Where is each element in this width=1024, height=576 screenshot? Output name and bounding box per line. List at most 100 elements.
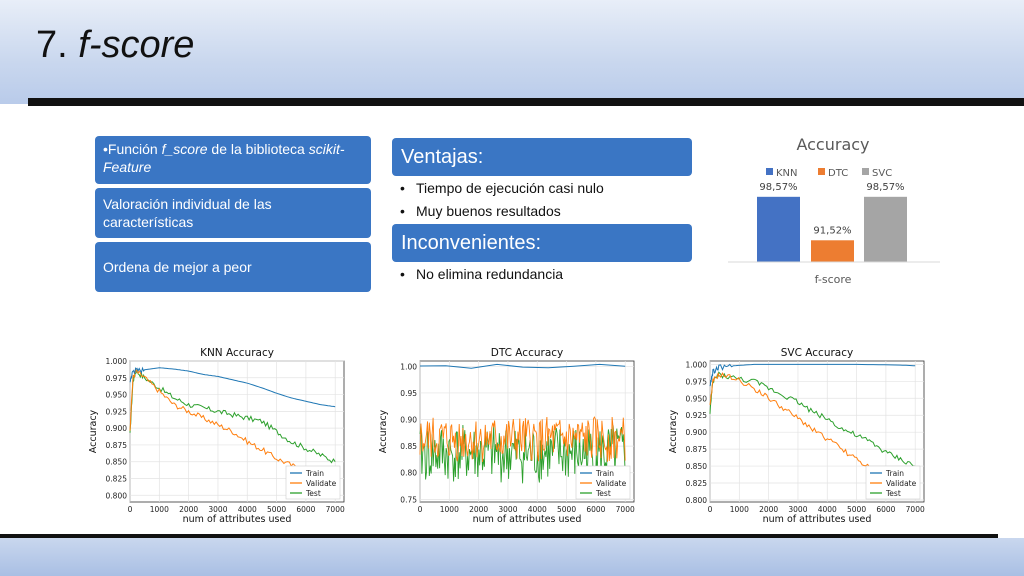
legend-label: Train	[885, 469, 904, 478]
y-tick-label: 0.950	[106, 391, 128, 400]
x-tick-label: 7000	[616, 505, 635, 514]
y-tick-label: 0.975	[106, 374, 128, 383]
x-tick-label: 4000	[528, 505, 547, 514]
legend-swatch	[818, 168, 825, 175]
accuracy-bar-chart: Accuracy KNN DTC SVC 98,57% 91,52% 98,57% f-sco…	[728, 135, 940, 286]
x-tick-label: 1000	[150, 505, 169, 514]
knn-accuracy-chart: 0 1000 2000 3000 4000 5000 6000 7000 0.800 0.825 0…	[88, 347, 345, 524]
y-tick-label: 0.900	[106, 424, 128, 433]
ventajas-header: Ventajas:	[392, 138, 692, 176]
y-tick-label: 0.900	[686, 428, 708, 437]
legend-label: Test	[595, 489, 611, 498]
inconvenientes-header: Inconvenientes:	[392, 224, 692, 262]
legend-label: Test	[885, 489, 901, 498]
legend-label: Test	[305, 489, 321, 498]
legend-label: Train	[305, 469, 324, 478]
data-label: 91,52%	[813, 225, 851, 236]
chart-title: SVC Accuracy	[781, 347, 853, 359]
info-box-function: •Función f_score de la biblioteca scikit…	[95, 136, 371, 184]
legend-label: Validate	[596, 479, 627, 488]
inconvenientes-item-text: No elimina redundancia	[416, 266, 564, 282]
x-tick-label: 4000	[238, 505, 257, 514]
x-tick-label: 0	[128, 505, 133, 514]
x-tick-label: 7000	[906, 505, 925, 514]
x-tick-label: 2000	[759, 505, 778, 514]
legend-swatch	[766, 168, 773, 175]
y-tick-label: 0.950	[686, 394, 708, 403]
x-axis-label: num of attributes used	[473, 514, 582, 524]
legend-label: Validate	[306, 479, 337, 488]
box2-text: Valoración individual de las característ…	[103, 196, 272, 230]
title-term: f-score	[78, 24, 195, 66]
x-tick-label: 1000	[730, 505, 749, 514]
y-tick-label: 0.95	[400, 389, 417, 398]
top-rule	[28, 98, 1024, 106]
data-label: 98,57%	[866, 182, 904, 193]
x-tick-label: 0	[708, 505, 713, 514]
y-tick-label: 0.875	[106, 441, 128, 450]
y-tick-label: 0.90	[400, 416, 417, 425]
bar	[811, 240, 854, 262]
y-tick-label: 0.800	[106, 491, 128, 500]
x-tick-label: 7000	[326, 505, 345, 514]
slide-title: 7. f-score	[36, 24, 194, 67]
x-axis-label: num of attributes used	[763, 514, 872, 524]
x-tick-label: 3000	[788, 505, 807, 514]
y-tick-label: 0.850	[106, 458, 128, 467]
box3-text: Ordena de mejor a peor	[103, 259, 252, 275]
x-tick-label: 0	[418, 505, 423, 514]
y-tick-label: 0.925	[106, 407, 128, 416]
y-tick-label: 0.800	[686, 496, 708, 505]
legend-label: Train	[595, 469, 614, 478]
legend-label: Validate	[886, 479, 917, 488]
y-tick-label: 0.825	[686, 479, 708, 488]
legend-label: SVC	[872, 168, 892, 179]
x-tick-label: 5000	[557, 505, 576, 514]
x-tick-label: 6000	[876, 505, 895, 514]
x-tick-label: 1000	[440, 505, 459, 514]
y-tick-label: 0.80	[400, 469, 417, 478]
x-tick-label: 4000	[818, 505, 837, 514]
x-tick-label: 6000	[586, 505, 605, 514]
y-tick-label: 0.925	[686, 411, 708, 420]
data-label: 98,57%	[759, 182, 797, 193]
y-tick-label: 0.975	[686, 377, 708, 386]
y-tick-label: 0.875	[686, 445, 708, 454]
ventajas-item: • Tiempo de ejecución casi nulo	[400, 180, 604, 196]
legend-swatch	[862, 168, 869, 175]
box1-prefix: •Función	[103, 141, 162, 157]
x-axis-label: num of attributes used	[183, 514, 292, 524]
x-tick-label: 5000	[267, 505, 286, 514]
box1-middle: de la biblioteca	[207, 141, 309, 157]
ventajas-item-text: Tiempo de ejecución casi nulo	[416, 180, 604, 196]
y-tick-label: 0.85	[400, 442, 417, 451]
category-label: f-score	[815, 273, 852, 286]
chart-title: Accuracy	[796, 135, 869, 154]
y-tick-label: 1.000	[106, 357, 128, 366]
y-tick-label: 1.00	[400, 362, 417, 371]
y-axis-label: Accuracy	[378, 409, 389, 453]
info-box-valoracion: Valoración individual de las característ…	[95, 188, 371, 238]
ventajas-item-text: Muy buenos resultados	[416, 203, 561, 219]
ventajas-item: • Muy buenos resultados	[400, 203, 561, 219]
y-tick-label: 0.75	[400, 495, 417, 504]
y-tick-label: 1.000	[686, 360, 708, 369]
x-tick-label: 5000	[847, 505, 866, 514]
legend-label: DTC	[828, 168, 848, 179]
svc-accuracy-chart: 0 1000 2000 3000 4000 5000 6000 7000 0.800 0.825 0…	[668, 347, 925, 524]
dtc-accuracy-chart: 0 1000 2000 3000 4000 5000 6000 7000 0.75 0.80 0.8…	[378, 347, 635, 524]
y-tick-label: 0.825	[106, 475, 128, 484]
x-tick-label: 2000	[179, 505, 198, 514]
x-tick-label: 3000	[498, 505, 517, 514]
x-tick-label: 2000	[469, 505, 488, 514]
y-tick-label: 0.850	[686, 462, 708, 471]
x-tick-label: 6000	[296, 505, 315, 514]
y-axis-label: Accuracy	[88, 409, 99, 453]
title-number: 7.	[36, 24, 68, 66]
bar	[864, 196, 907, 262]
info-box-ordena: Ordena de mejor a peor	[95, 242, 371, 292]
footer-band	[0, 538, 1024, 576]
chart-title: DTC Accuracy	[491, 347, 564, 359]
x-tick-label: 3000	[208, 505, 227, 514]
inconvenientes-item: • No elimina redundancia	[400, 266, 564, 282]
